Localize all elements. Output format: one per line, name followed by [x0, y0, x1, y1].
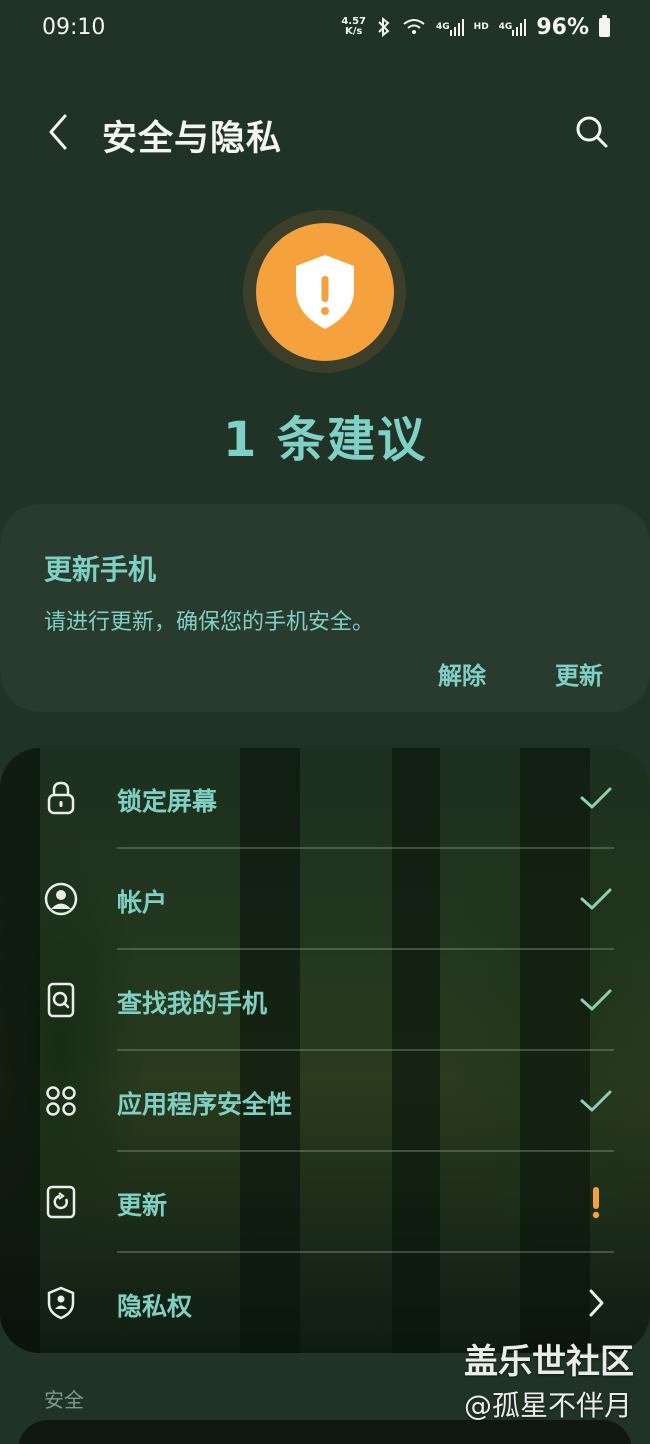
list-item-label: 锁定屏幕	[117, 787, 218, 816]
update-icon	[43, 1184, 79, 1220]
search-icon	[576, 116, 608, 148]
suggestion-card: 更新手机 请进行更新，确保您的手机安全。 解除 更新	[0, 504, 650, 712]
net-type-1: 4G	[436, 22, 450, 32]
suggestion-count: 1 条建议	[222, 412, 428, 468]
apps-icon	[43, 1083, 79, 1119]
list-item-app-security[interactable]: 应用程序安全性	[0, 1051, 650, 1152]
list-item-account[interactable]: 帐户	[0, 849, 650, 950]
shield-warning-icon	[295, 254, 354, 329]
update-button[interactable]: 更新	[555, 656, 603, 691]
search-button[interactable]	[572, 112, 612, 152]
watermark-user: @孤星不伴月	[463, 1389, 632, 1422]
privacy-shield-icon	[43, 1285, 79, 1321]
signal-2-icon: 4G	[499, 18, 527, 36]
list-item-label: 应用程序安全性	[117, 1090, 293, 1119]
status-circle	[255, 222, 394, 361]
check-icon	[578, 881, 614, 917]
hd-badge: HD	[473, 22, 489, 32]
list-item-label: 帐户	[117, 888, 168, 917]
watermark-community: 盖乐世社区	[464, 1342, 634, 1382]
app-header: 安全与隐私	[0, 100, 650, 164]
page-title: 安全与隐私	[102, 119, 283, 159]
warning-icon	[578, 1184, 614, 1220]
lock-icon	[43, 780, 79, 816]
section-header-security: 安全	[44, 1388, 84, 1412]
suggestion-title: 更新手机	[44, 553, 157, 586]
check-icon	[578, 982, 614, 1018]
status-time: 09:10	[42, 14, 106, 40]
signal-1-icon: 4G	[436, 18, 464, 36]
wifi-icon	[402, 18, 426, 36]
list-item-label: 隐私权	[117, 1292, 193, 1321]
network-speed: 4.57 K/s	[341, 17, 366, 37]
dismiss-button[interactable]: 解除	[438, 656, 486, 691]
status-bar: 09:10 4.57 K/s 4G HD 4G 96%	[0, 0, 650, 54]
battery-percent: 96%	[536, 14, 589, 40]
battery-icon	[599, 14, 610, 37]
chevron-left-icon	[49, 114, 67, 150]
list-item-lock-screen[interactable]: 锁定屏幕	[0, 748, 650, 849]
net-type-2: 4G	[498, 22, 513, 32]
check-icon	[578, 1083, 614, 1119]
account-icon	[43, 881, 79, 917]
bluetooth-icon	[376, 17, 392, 37]
find-phone-icon	[43, 982, 79, 1018]
security-list-card: 锁定屏幕 帐户 查找我的手机 应用程序安全性 更新 隐私权	[0, 748, 650, 1353]
list-item-find-phone[interactable]: 查找我的手机	[0, 950, 650, 1051]
list-item-label: 更新	[117, 1191, 168, 1220]
status-icons: 4.57 K/s 4G HD 4G 96%	[341, 14, 610, 40]
chevron-right-icon	[578, 1285, 614, 1321]
check-icon	[578, 780, 614, 816]
back-button[interactable]	[40, 110, 74, 154]
list-item-label: 查找我的手机	[117, 989, 268, 1018]
list-item-update[interactable]: 更新	[0, 1152, 650, 1253]
speed-unit: K/s	[344, 26, 363, 37]
suggestion-description: 请进行更新，确保您的手机安全。	[44, 610, 375, 635]
status-indicator	[243, 210, 406, 373]
